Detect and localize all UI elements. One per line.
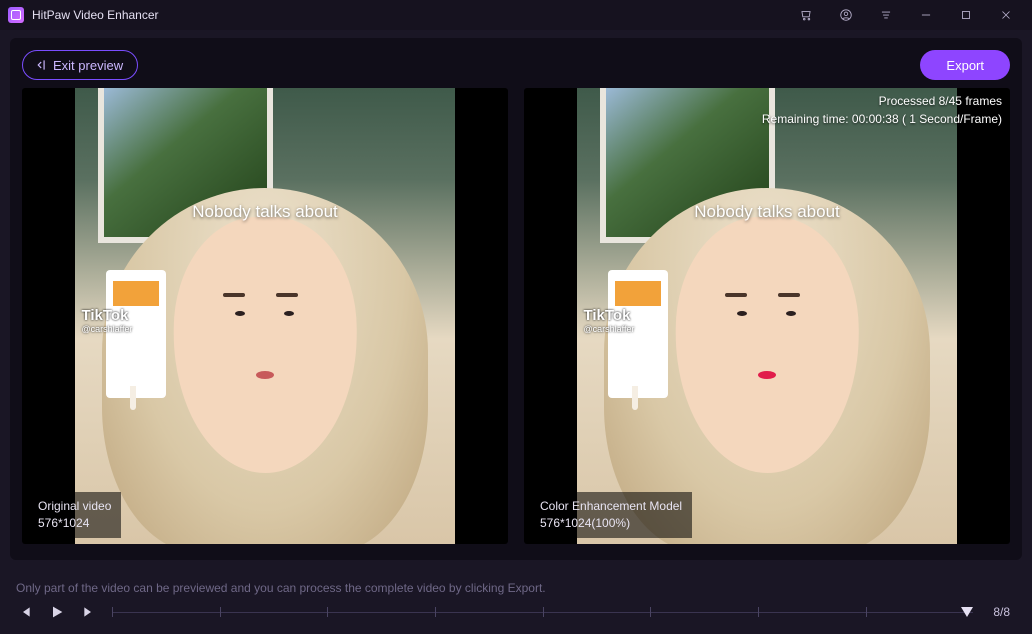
- tiktok-watermark: TikTok @carshlaffer: [583, 307, 634, 334]
- titlebar: HitPaw Video Enhancer: [0, 0, 1032, 30]
- video-frame: Nobody talks about TikTok @carshlaffer: [577, 88, 956, 544]
- tiktok-watermark: TikTok @carshlaffer: [81, 307, 132, 334]
- export-button[interactable]: Export: [920, 50, 1010, 80]
- status-remaining: Remaining time: 00:00:38 ( 1 Second/Fram…: [762, 110, 1002, 128]
- prev-frame-button[interactable]: [16, 603, 34, 621]
- frame-counter: 8/8: [987, 605, 1016, 619]
- maximize-icon[interactable]: [956, 5, 976, 25]
- footer: Only part of the video can be previewed …: [10, 568, 1022, 634]
- original-pane-label: Original video 576*1024: [28, 492, 121, 538]
- app-logo-icon: [8, 7, 24, 23]
- enhanced-pane-label: Color Enhancement Model 576*1024(100%): [530, 492, 692, 538]
- video-frame: Nobody talks about TikTok @carshlaffer: [75, 88, 454, 544]
- exit-preview-button[interactable]: Exit preview: [22, 50, 138, 80]
- account-icon[interactable]: [836, 5, 856, 25]
- app-title: HitPaw Video Enhancer: [32, 8, 159, 22]
- enhanced-resolution: 576*1024(100%): [540, 515, 682, 532]
- play-button[interactable]: [48, 603, 66, 621]
- menu-icon[interactable]: [876, 5, 896, 25]
- video-caption: Nobody talks about: [192, 202, 338, 222]
- enhanced-title: Color Enhancement Model: [540, 498, 682, 515]
- status-frames: Processed 8/45 frames: [762, 92, 1002, 110]
- minimize-icon[interactable]: [916, 5, 936, 25]
- timeline-thumb[interactable]: [961, 607, 973, 617]
- preview-panel: Exit preview Export Nobody talks about T…: [10, 38, 1022, 560]
- timeline-track[interactable]: [112, 607, 973, 617]
- original-title: Original video: [38, 498, 111, 515]
- original-resolution: 576*1024: [38, 515, 111, 532]
- original-video-pane: Nobody talks about TikTok @carshlaffer O…: [22, 88, 508, 544]
- exit-preview-label: Exit preview: [53, 58, 123, 73]
- preview-hint: Only part of the video can be previewed …: [10, 581, 1022, 595]
- enhanced-video-pane: Nobody talks about TikTok @carshlaffer P…: [524, 88, 1010, 544]
- next-frame-button[interactable]: [80, 603, 98, 621]
- video-caption: Nobody talks about: [694, 202, 840, 222]
- close-icon[interactable]: [996, 5, 1016, 25]
- export-label: Export: [946, 58, 984, 73]
- cart-icon[interactable]: [796, 5, 816, 25]
- processing-status: Processed 8/45 frames Remaining time: 00…: [762, 92, 1002, 128]
